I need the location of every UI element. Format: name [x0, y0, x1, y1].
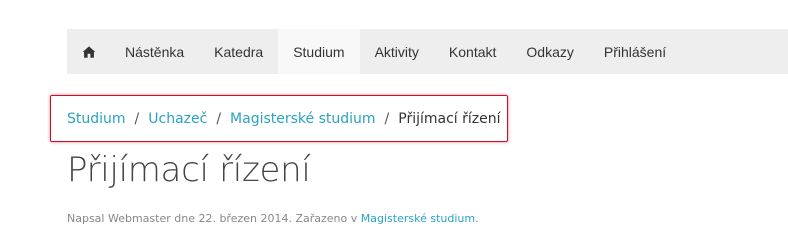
main-navbar: Nástěnka Katedra Studium Aktivity Kontak… — [67, 29, 788, 74]
page-title: Přijímací řízení — [67, 150, 311, 190]
breadcrumb-link-magisterske-studium[interactable]: Magisterské studium — [230, 111, 376, 127]
nav-item-katedra[interactable]: Katedra — [199, 29, 278, 74]
post-meta-suffix: . — [475, 212, 479, 225]
home-icon — [82, 45, 96, 58]
breadcrumb-current: Přijímací řízení — [398, 111, 501, 127]
nav-item-studium[interactable]: Studium — [278, 29, 360, 74]
nav-item-prihlaseni[interactable]: Přihlášení — [589, 29, 681, 74]
breadcrumb-separator: / — [134, 111, 140, 127]
post-meta-text: Napsal Webmaster dne 22. březen 2014. Za… — [67, 212, 361, 225]
nav-item-aktivity[interactable]: Aktivity — [360, 29, 434, 74]
post-meta: Napsal Webmaster dne 22. březen 2014. Za… — [67, 210, 479, 228]
breadcrumb-separator: / — [384, 111, 390, 127]
nav-item-nastenka[interactable]: Nástěnka — [110, 29, 199, 74]
nav-item-odkazy[interactable]: Odkazy — [511, 29, 588, 74]
breadcrumb-link-uchazec[interactable]: Uchazeč — [148, 111, 207, 127]
breadcrumb: Studium / Uchazeč / Magisterské studium … — [67, 108, 501, 130]
nav-home[interactable] — [67, 29, 110, 74]
breadcrumb-separator: / — [216, 111, 222, 127]
post-category-link[interactable]: Magisterské studium — [361, 212, 475, 225]
breadcrumb-link-studium[interactable]: Studium — [67, 111, 126, 127]
nav-item-kontakt[interactable]: Kontakt — [434, 29, 511, 74]
